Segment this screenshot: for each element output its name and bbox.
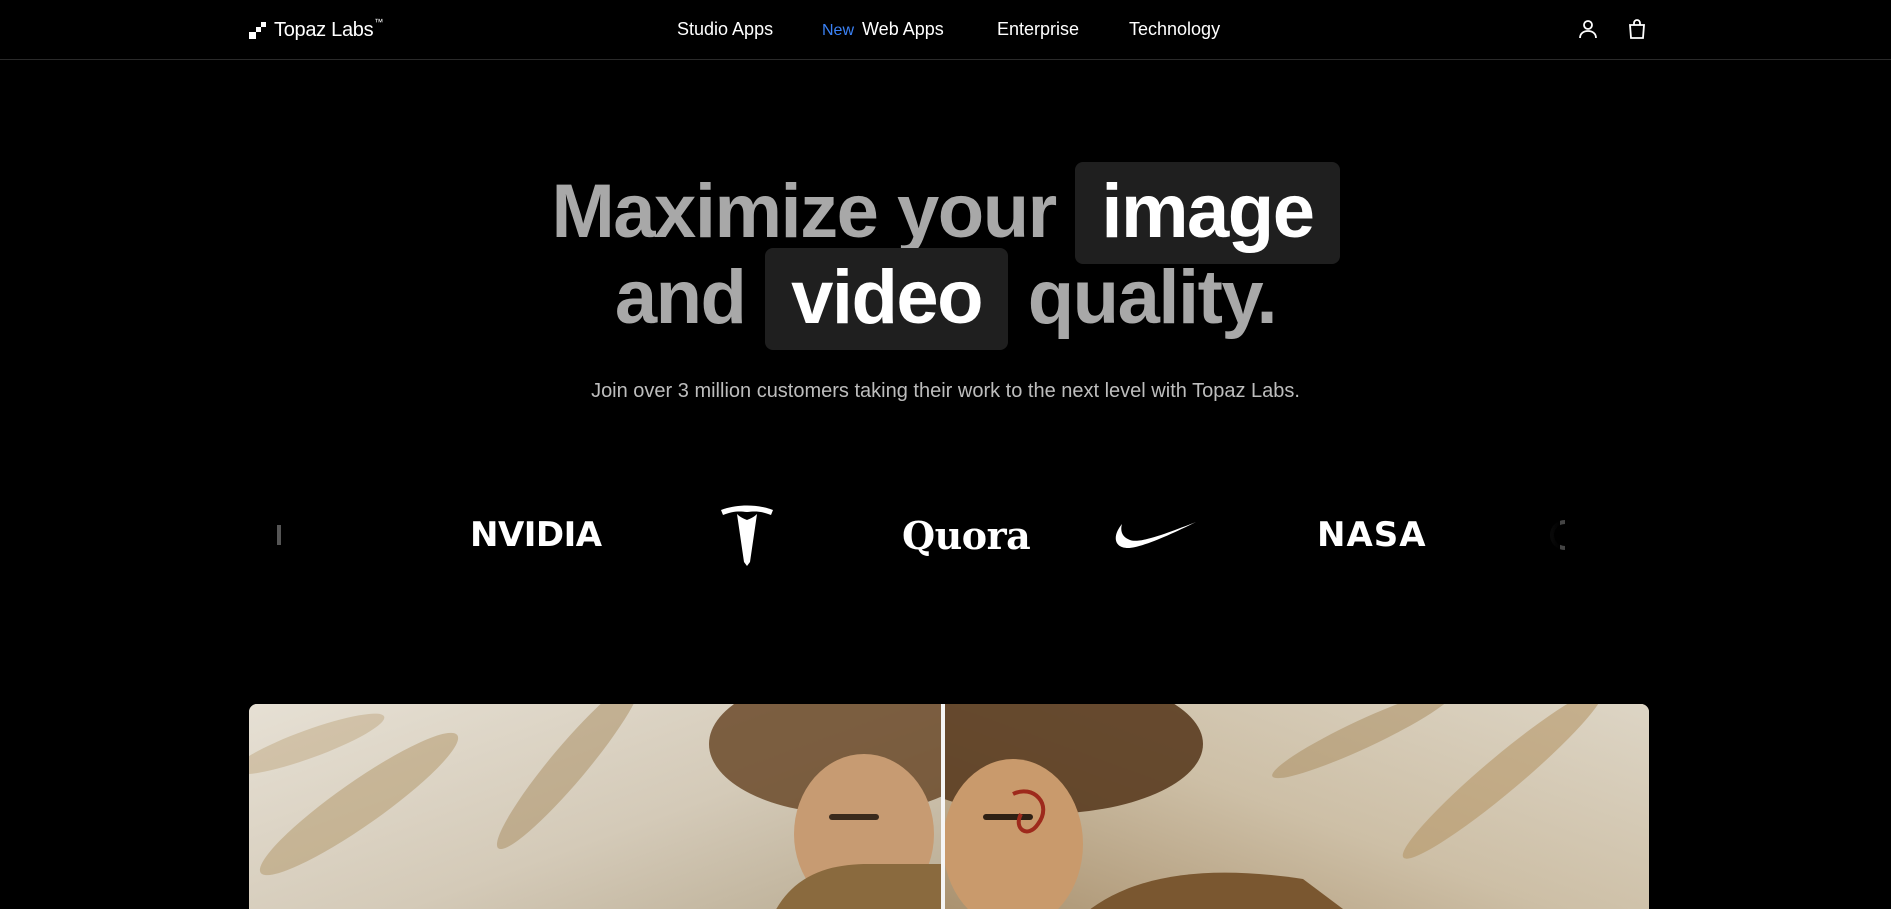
nasa-logo: NASA: [1317, 515, 1427, 555]
nav-web-apps-label: Web Apps: [862, 19, 944, 39]
quora-logo: Quora: [902, 512, 1031, 558]
hero-pill-image: image: [1075, 162, 1340, 264]
after-image: [883, 704, 1649, 909]
hero-pill-video: video: [765, 248, 1009, 350]
before-after-comparison[interactable]: [249, 704, 1649, 909]
logo-fade-left: [330, 500, 400, 570]
nav-technology[interactable]: Technology: [1129, 19, 1220, 40]
nvidia-logo: NVIDIA: [470, 515, 602, 555]
partial-logo-left: [270, 500, 290, 570]
before-image: [249, 704, 989, 909]
top-navigation: Topaz Labs™ Studio Apps New Web Apps Ente…: [0, 0, 1891, 60]
nav-enterprise[interactable]: Enterprise: [997, 19, 1079, 40]
new-badge: New: [822, 22, 855, 39]
main-menu: Studio Apps New Web Apps Enterprise Techn…: [0, 19, 1891, 41]
hero-title-text: Maximize your: [551, 169, 1057, 255]
shopping-bag-icon[interactable]: [1625, 17, 1649, 41]
nav-studio-apps[interactable]: Studio Apps: [677, 19, 773, 40]
hero-title-line-2: and video quality.: [0, 248, 1891, 354]
customer-logos: NVIDIA Quora NASA: [277, 500, 1566, 570]
comparison-slider-handle[interactable]: [941, 704, 945, 909]
tesla-logo: [717, 500, 777, 570]
hero-title-text: and: [614, 255, 747, 341]
logo-fade-right: [1490, 500, 1560, 570]
hero-title-text: quality.: [1027, 255, 1278, 341]
hero-subtitle: Join over 3 million customers taking the…: [591, 380, 1300, 402]
nike-logo: [1108, 500, 1198, 570]
user-icon[interactable]: [1576, 17, 1600, 41]
nav-web-apps[interactable]: New Web Apps: [822, 19, 944, 40]
